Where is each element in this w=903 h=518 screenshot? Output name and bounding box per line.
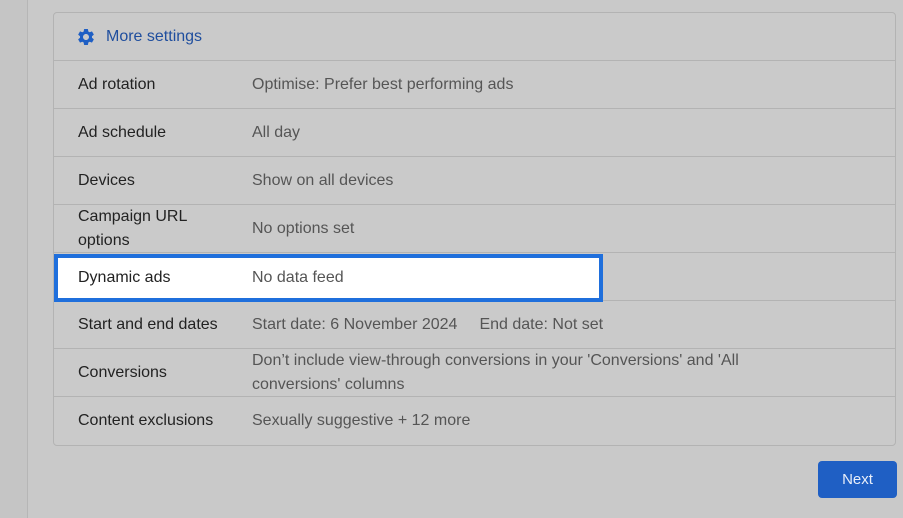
setting-row-content-exclusions[interactable]: Content exclusions Sexually suggestive +… [54,397,895,445]
setting-label: Devices [78,171,135,189]
more-settings-panel: More settings Ad rotation Optimise: Pref… [53,12,896,446]
setting-value: Optimise: Prefer best performing ads [252,75,514,93]
setting-row-conversions[interactable]: Conversions Don’t include view-through c… [54,349,895,397]
setting-row-ad-rotation[interactable]: Ad rotation Optimise: Prefer best perfor… [54,61,895,109]
left-sidebar-strip [0,0,28,518]
setting-row-dynamic-ads[interactable]: Dynamic ads No data feed [54,253,895,302]
setting-row-campaign-url-options[interactable]: Campaign URL options No options set [54,205,895,253]
setting-value: Don’t include view-through conversions i… [252,351,739,393]
setting-value: Start date: 6 November 2024 End date: Not… [252,313,603,337]
setting-label: Ad schedule [78,123,167,141]
next-button[interactable]: Next [818,461,897,498]
setting-label: Campaign URL options [78,207,187,249]
setting-value: Sexually suggestive + 12 more [252,412,471,429]
setting-value: No options set [252,219,355,237]
setting-label: Dynamic ads [78,269,171,286]
end-date-value: End date: Not set [479,315,604,333]
setting-label: Conversions [78,363,167,381]
more-settings-header[interactable]: More settings [54,13,895,61]
setting-row-start-end-dates[interactable]: Start and end dates Start date: 6 Novemb… [54,301,895,349]
setting-label: Start and end dates [78,315,218,333]
setting-row-ad-schedule[interactable]: Ad schedule All day [54,109,895,157]
gear-icon [76,27,96,47]
setting-label: Content exclusions [78,412,214,429]
setting-value: No data feed [252,269,344,286]
more-settings-title: More settings [106,27,203,45]
setting-value: All day [252,123,301,141]
setting-value: Show on all devices [252,171,394,189]
setting-label: Ad rotation [78,75,156,93]
dynamic-ads-highlight: Dynamic ads No data feed [54,254,603,302]
start-date-value: Start date: 6 November 2024 [252,315,458,333]
setting-row-devices[interactable]: Devices Show on all devices [54,157,895,205]
